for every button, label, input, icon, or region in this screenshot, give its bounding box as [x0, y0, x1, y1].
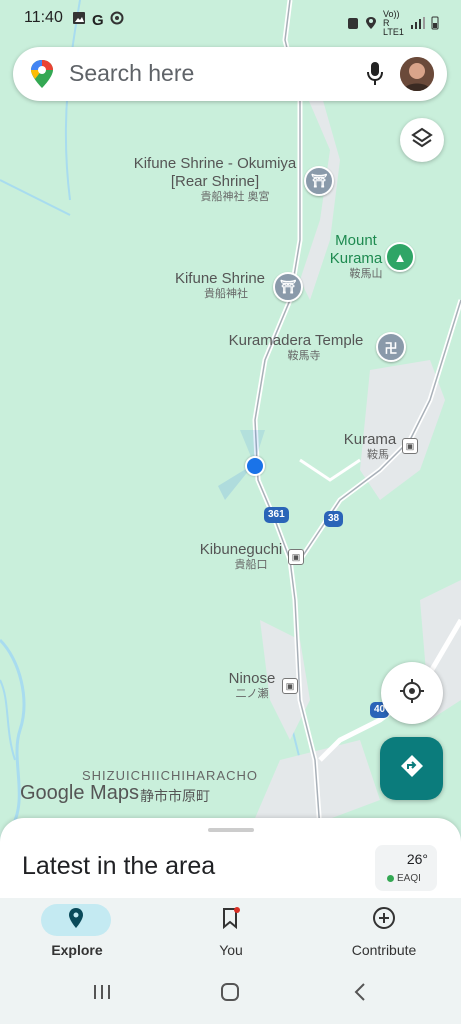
place-label-kibuneguchi[interactable]: Kibuneguchi 貴船口	[195, 541, 287, 572]
network-label: Vo)) R LTE1	[383, 9, 404, 37]
weather-temp: 26°	[406, 851, 428, 867]
layers-icon	[411, 127, 433, 154]
explore-pin-icon	[68, 907, 84, 934]
temple-marker-icon[interactable]: 卍	[376, 332, 406, 362]
directions-icon	[399, 753, 425, 784]
nav-label: You	[219, 942, 243, 958]
place-name: Kifune Shrine - Okumiya [Rear Shrine]	[133, 155, 297, 190]
route-shield: 38	[324, 511, 344, 527]
aqi-label: EAQI	[397, 873, 421, 884]
sheet-title: Latest in the area	[22, 852, 216, 880]
train-station-icon[interactable]: ▣	[288, 549, 304, 565]
battery-icon	[431, 16, 439, 32]
google-maps-logo: Google Maps	[20, 782, 139, 804]
train-station-icon[interactable]: ▣	[402, 438, 418, 454]
place-label-kifune-okumiya[interactable]: Kifune Shrine - Okumiya [Rear Shrine] 貴船…	[120, 155, 310, 204]
place-name: Mount Kurama	[329, 232, 383, 267]
account-avatar[interactable]	[400, 57, 434, 91]
place-name-jp: 貴船神社	[204, 288, 248, 300]
location-status-icon	[365, 16, 377, 32]
place-label-ninose[interactable]: Ninose 二ノ瀬	[222, 670, 282, 701]
place-label-mount-kurama[interactable]: Mount Kurama 鞍馬山	[318, 232, 394, 281]
nav-label: Contribute	[351, 942, 417, 958]
search-bar[interactable]: Search here	[13, 47, 447, 101]
crosshair-icon	[399, 678, 425, 709]
layers-button[interactable]	[400, 118, 444, 162]
nav-contribute[interactable]: Contribute	[307, 898, 461, 968]
place-name-jp: 鞍馬寺	[287, 350, 321, 362]
alarm-icon	[347, 16, 359, 32]
directions-button[interactable]	[380, 737, 443, 800]
home-icon[interactable]	[220, 982, 240, 1007]
place-name-jp: 二ノ瀬	[235, 688, 269, 700]
place-name-jp: 鞍馬	[367, 449, 389, 461]
route-shield: 361	[264, 507, 289, 523]
sheet-drag-handle[interactable]	[208, 828, 254, 832]
gallery-icon	[72, 11, 86, 30]
area-label: SHIZUICHIICHIHARACHO	[82, 768, 259, 783]
aqi-dot-icon	[387, 875, 394, 882]
weather-card[interactable]: 26° EAQI	[375, 845, 437, 891]
place-name: Kurama	[343, 431, 397, 448]
place-name: Kibuneguchi	[199, 541, 283, 558]
google-g-icon: G	[92, 12, 104, 29]
place-name: Kuramadera Temple	[228, 332, 364, 349]
microphone-icon[interactable]	[365, 61, 385, 92]
mountain-marker-icon[interactable]: ▲	[385, 242, 415, 272]
place-name-jp: 貴船神社 奥宮	[200, 191, 270, 203]
status-bar: 11:40 G Vo)) R LTE1	[0, 0, 461, 37]
air-quality: EAQI	[387, 873, 421, 884]
nav-explore[interactable]: Explore	[0, 898, 154, 968]
search-input[interactable]: Search here	[69, 60, 194, 87]
bottom-navigation: Explore You Contribute	[0, 898, 461, 968]
sync-icon	[110, 11, 124, 30]
shrine-marker-icon[interactable]: ⛩	[304, 166, 334, 196]
my-location-button[interactable]	[381, 662, 443, 724]
system-navigation-bar	[0, 968, 461, 1024]
recent-apps-icon[interactable]	[92, 982, 112, 1007]
place-name: Ninose	[228, 670, 276, 687]
back-icon[interactable]	[352, 982, 368, 1007]
place-name-jp: 貴船口	[234, 559, 268, 571]
place-label-kifune-shrine[interactable]: Kifune Shrine 貴船神社	[160, 270, 280, 301]
train-station-icon[interactable]: ▣	[282, 678, 298, 694]
bookmark-icon	[221, 906, 241, 934]
signal-icon	[411, 16, 425, 31]
current-location-dot	[245, 456, 265, 476]
nav-you[interactable]: You	[154, 898, 308, 968]
shrine-marker-icon[interactable]: ⛩	[273, 272, 303, 302]
place-name: Kifune Shrine	[174, 270, 266, 287]
place-label-kurama[interactable]: Kurama 鞍馬	[338, 431, 402, 462]
add-circle-icon	[372, 906, 396, 935]
place-name-jp: 鞍馬山	[349, 268, 383, 280]
status-time: 11:40	[24, 9, 63, 26]
google-maps-pin-icon	[30, 59, 54, 94]
nav-label: Explore	[51, 942, 103, 958]
place-label-kuramadera[interactable]: Kuramadera Temple 鞍馬寺	[216, 332, 376, 363]
area-label-jp: 静市市原町	[140, 788, 210, 804]
